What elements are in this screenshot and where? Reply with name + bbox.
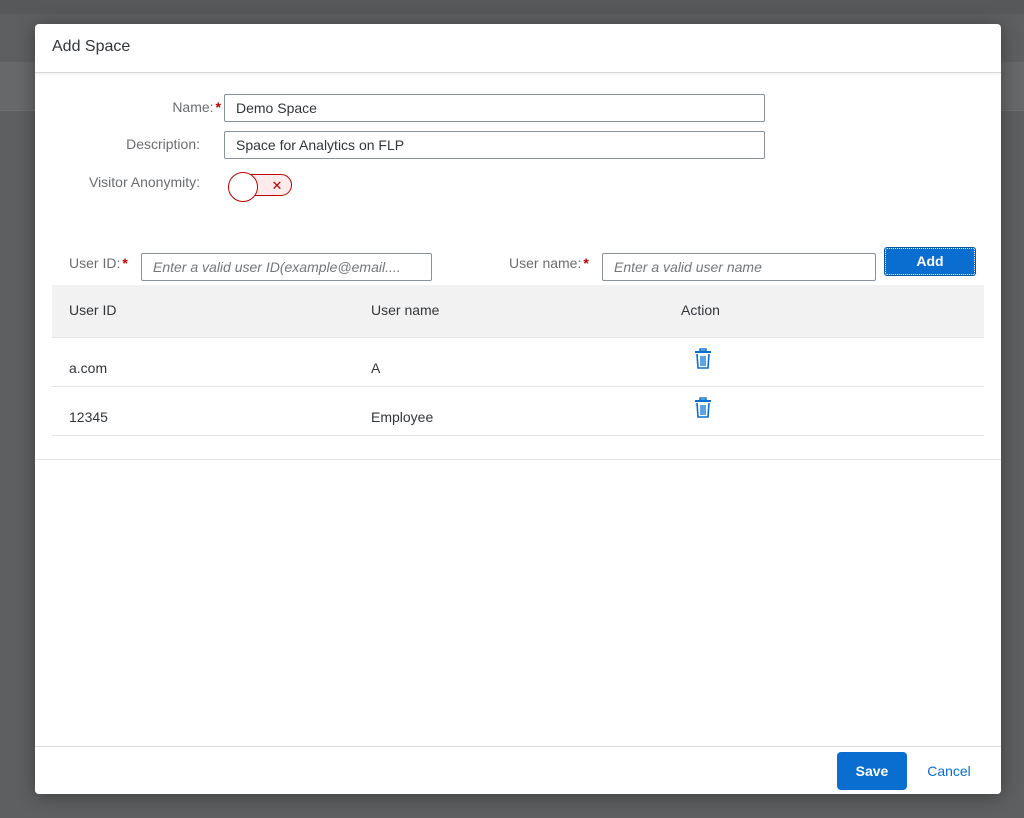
user-id-input[interactable] (141, 253, 432, 281)
column-header-action: Action (681, 302, 720, 318)
column-header-user-name: User name (371, 302, 440, 318)
user-id-label-text: User ID: (69, 255, 121, 271)
users-table: User ID User name Action a.com A 12345 E… (52, 285, 984, 436)
add-user-button[interactable]: Add (884, 247, 976, 276)
user-name-input[interactable] (602, 253, 876, 281)
cancel-button[interactable]: Cancel (915, 752, 983, 790)
content-divider (35, 459, 1001, 460)
dialog-title: Add Space (52, 38, 131, 55)
visitor-anonymity-switch[interactable]: ✕ (228, 172, 294, 202)
column-header-user-id: User ID (69, 302, 117, 318)
trash-icon[interactable] (693, 348, 713, 370)
table-header: User ID User name Action (52, 285, 984, 338)
name-label: Name: * (95, 99, 221, 115)
cell-user-id: a.com (69, 360, 108, 376)
switch-knob (228, 172, 258, 202)
dialog-header: Add Space (35, 24, 1001, 73)
cell-user-id: 12345 (69, 409, 108, 425)
name-label-text: Name: (172, 99, 214, 115)
background-app-header (0, 0, 1024, 14)
cell-user-name: Employee (371, 409, 434, 425)
description-label: Description: (126, 136, 200, 152)
user-name-label-text: User name: (509, 255, 582, 271)
close-icon: ✕ (271, 178, 283, 193)
table-row: a.com A (52, 338, 984, 387)
user-name-label: User name: * (509, 255, 589, 271)
required-mark: * (215, 99, 221, 115)
table-row: 12345 Employee (52, 387, 984, 436)
required-mark: * (122, 255, 128, 271)
visitor-anonymity-label: Visitor Anonymity: (88, 174, 200, 190)
add-space-dialog: Add Space Name:* Description: Visitor An… (35, 24, 1001, 794)
description-input[interactable] (224, 131, 765, 159)
user-id-label: User ID: * (69, 255, 128, 271)
name-input[interactable] (224, 94, 765, 122)
cell-user-name: A (371, 360, 381, 376)
trash-icon[interactable] (693, 397, 713, 419)
required-mark: * (583, 255, 589, 271)
save-button[interactable]: Save (837, 752, 907, 790)
dialog-footer: Save Cancel (35, 746, 1001, 794)
